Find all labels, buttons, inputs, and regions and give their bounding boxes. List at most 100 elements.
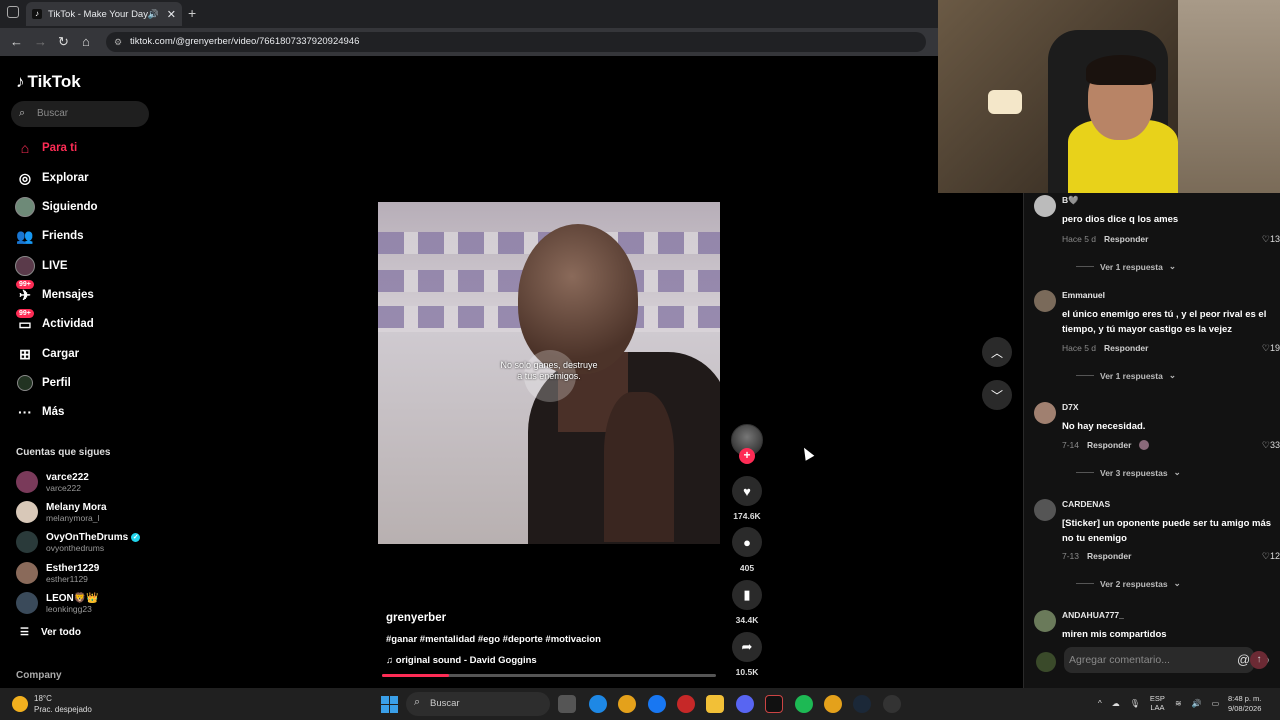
comment-input[interactable]: Agregar comentario... @ ☺ [1064, 647, 1271, 673]
account-name: OvyOnTheDrums [46, 531, 129, 543]
close-tab-icon[interactable]: ✕ [167, 8, 176, 21]
account-item[interactable]: OvyOnTheDrums ✓ ovyonthedrums [16, 529, 141, 555]
avatar[interactable] [1034, 402, 1056, 424]
nav-label: Mensajes [42, 289, 94, 301]
comment-like[interactable]: ♡33 [1262, 440, 1280, 451]
video-hashtags[interactable]: #ganar #mentalidad #ego #deporte #motiva… [386, 634, 601, 645]
company-link[interactable]: Company [16, 670, 62, 681]
comment-time: 7-13 [1062, 551, 1080, 561]
volume-icon[interactable]: 🔊 [1192, 699, 1202, 708]
system-tray: ^ ☁ 🎙 ESP LAA ≋ 🔊 ▭ [1098, 694, 1219, 712]
share-icon[interactable]: ➦ [732, 632, 762, 662]
start-button-icon[interactable] [381, 696, 398, 713]
folder-icon[interactable] [706, 695, 724, 713]
nav-live[interactable]: LIVE [14, 254, 68, 278]
comment-like[interactable]: ♡19 [1262, 343, 1280, 354]
account-item[interactable]: Melany Mora melanymora_l [16, 499, 107, 525]
previous-video-icon[interactable]: ︿ [982, 337, 1012, 367]
back-icon[interactable]: ← [10, 34, 23, 49]
nav-siguiendo[interactable]: Siguiendo [14, 195, 98, 219]
nav-mensajes[interactable]: ✈ 99+ Mensajes [14, 280, 94, 307]
avatar[interactable] [1034, 610, 1056, 632]
follow-plus-icon[interactable]: + [739, 448, 755, 464]
video-sound[interactable]: ♫ original sound - David Goggins [386, 655, 537, 666]
nav-perfil[interactable]: Perfil [14, 371, 71, 395]
taskbar-search[interactable]: ⌕ Buscar [406, 692, 550, 716]
reply-button[interactable]: Responder [1087, 440, 1131, 450]
home-browser-icon[interactable]: ⌂ [82, 34, 90, 49]
video-author[interactable]: grenyerber [386, 612, 446, 624]
chrome-icon[interactable] [618, 695, 636, 713]
mention-icon[interactable]: @ [1237, 652, 1250, 667]
video-progress-bar[interactable] [382, 674, 716, 677]
reply-button[interactable]: Responder [1087, 551, 1131, 561]
bookmark-icon[interactable]: ▮ [732, 580, 762, 610]
comment-like-count: 33 [1269, 440, 1280, 450]
nav-friends[interactable]: 👥 Friends [14, 224, 83, 248]
account-item[interactable]: varce222 varce222 [16, 469, 89, 495]
reply-button[interactable]: Responder [1104, 234, 1148, 244]
site-info-icon[interactable]: ⚙ [114, 37, 122, 48]
language-indicator[interactable]: ESP LAA [1150, 694, 1165, 712]
avatar[interactable] [1034, 195, 1056, 217]
nav-explorar[interactable]: ◎ Explorar [14, 166, 89, 190]
view-replies-button[interactable]: Ver 3 respuestas ⌄ [1076, 467, 1181, 478]
opera-icon[interactable] [677, 695, 695, 713]
comment-user[interactable]: CARDENAS [1062, 499, 1110, 509]
chevron-down-icon: ⌄ [1168, 370, 1176, 380]
search-input[interactable]: ⌕ Buscar [11, 101, 149, 127]
chevron-up-icon[interactable]: ^ [1098, 699, 1102, 708]
next-video-icon[interactable]: ﹀ [982, 380, 1012, 410]
view-replies-button[interactable]: Ver 2 respuestas ⌄ [1076, 578, 1181, 589]
new-tab-icon[interactable]: + [188, 5, 196, 21]
browser-tab[interactable]: ♪ TikTok - Make Your Day 🔊 ✕ [26, 2, 182, 26]
wifi-icon[interactable]: ≋ [1175, 699, 1182, 708]
nav-para-ti[interactable]: ⌂ Para ti [14, 136, 77, 160]
view-replies-button[interactable]: Ver 1 respuesta ⌄ [1076, 370, 1176, 381]
file-explorer-icon[interactable] [558, 695, 576, 713]
forward-icon[interactable]: → [34, 34, 47, 49]
discord-icon[interactable] [736, 695, 754, 713]
cloud-icon[interactable]: ☁ [1112, 699, 1120, 708]
obs-icon[interactable] [883, 695, 901, 713]
speaker-icon[interactable]: 🔊 [148, 9, 159, 20]
tiktok-logo[interactable]: ♪ TikTok [16, 72, 81, 92]
like-icon[interactable]: ♥ [732, 476, 762, 506]
comment-user[interactable]: D7X [1062, 402, 1079, 412]
comment-like[interactable]: ♡13 [1262, 234, 1280, 245]
microphone-icon[interactable]: 🎙 [1130, 699, 1140, 708]
edge-icon[interactable] [589, 695, 607, 713]
view-replies-button[interactable]: Ver 1 respuesta ⌄ [1076, 261, 1176, 272]
comment-user[interactable]: ANDAHUA777_ [1062, 610, 1124, 620]
facebook-icon[interactable] [648, 695, 666, 713]
nav-mas[interactable]: ··· Más [14, 400, 64, 424]
comment-user[interactable]: B🩶 [1062, 195, 1079, 206]
url-field[interactable]: ⚙ tiktok.com/@grenyerber/video/766180733… [106, 32, 926, 52]
comment-icon[interactable]: ● [732, 527, 762, 557]
video-player[interactable]: No solo ganes, destruye a tus enemigos. [378, 202, 720, 544]
comment-meta: Hace 5 d Responder [1062, 234, 1148, 244]
chevron-down-icon: ⌄ [1168, 261, 1176, 271]
verified-icon: ✓ [131, 532, 141, 542]
nav-cargar[interactable]: ⊞ Cargar [14, 342, 79, 366]
avatar[interactable] [1034, 290, 1056, 312]
nav-actividad[interactable]: ▭ 99+ Actividad [14, 309, 94, 336]
chrome-active-icon[interactable] [824, 695, 842, 713]
spotify-icon[interactable] [795, 695, 813, 713]
see-all-button[interactable]: ☰ Ver todo [20, 627, 81, 638]
account-item[interactable]: LEON🦁👑 leonkingg23 [16, 590, 99, 616]
avatar[interactable] [1034, 499, 1056, 521]
battery-icon[interactable]: ▭ [1212, 699, 1220, 708]
send-icon[interactable]: ↑ [1250, 651, 1268, 669]
reload-icon[interactable]: ↻ [58, 34, 69, 50]
reply-button[interactable]: Responder [1104, 343, 1148, 353]
comment-user[interactable]: Emmanuel [1062, 290, 1105, 300]
taskbar-clock[interactable]: 8:48 p. m. 9/08/2026 [1228, 694, 1261, 714]
comment-text: [Sticker] un oponente puede ser tu amigo… [1062, 518, 1272, 544]
capcut-icon[interactable] [765, 695, 783, 713]
comment-like[interactable]: ♡12 [1262, 551, 1280, 562]
steam-icon[interactable] [853, 695, 871, 713]
account-item[interactable]: Esther1229 esther1129 [16, 560, 99, 586]
tab-actions-icon[interactable] [7, 6, 19, 18]
weather-widget[interactable]: 18°C Prac. despejado [12, 693, 92, 715]
